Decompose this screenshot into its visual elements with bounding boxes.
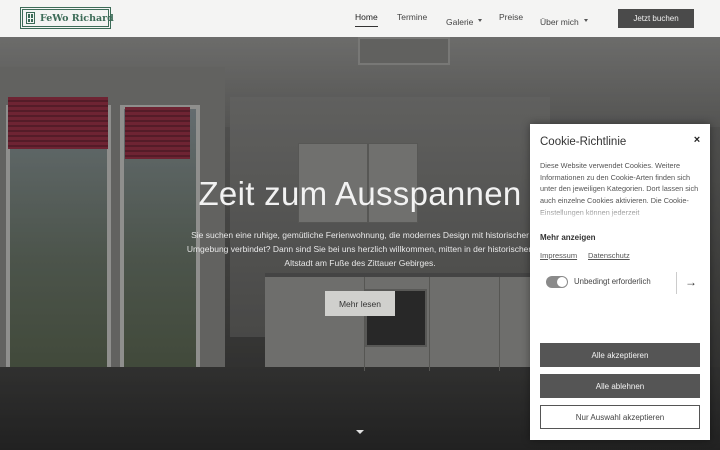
- necessary-cookies-label: Unbedingt erforderlich: [574, 277, 651, 286]
- show-more-link[interactable]: Mehr anzeigen: [540, 233, 596, 242]
- datenschutz-link[interactable]: Datenschutz: [588, 251, 630, 260]
- cookie-dialog: Cookie-Richtlinie × Diese Website verwen…: [530, 124, 710, 440]
- nav-galerie[interactable]: Galerie: [446, 12, 483, 30]
- cookie-title: Cookie-Richtlinie: [540, 136, 627, 148]
- read-more-button[interactable]: Mehr lesen: [325, 291, 395, 316]
- logo-text: FeWo Richard: [40, 12, 114, 24]
- chevron-down-icon: [583, 19, 588, 23]
- book-now-button[interactable]: Jetzt buchen: [618, 9, 694, 28]
- necessary-cookies-toggle[interactable]: [546, 276, 568, 288]
- arrow-right-icon[interactable]: →: [685, 275, 697, 289]
- accept-all-button[interactable]: Alle akzeptieren: [540, 343, 700, 367]
- hero-title: Zeit zum Ausspannen: [198, 175, 522, 212]
- logo-icon: [26, 12, 35, 24]
- nav-ueber-mich-label: Über mich: [540, 17, 579, 27]
- nav-ueber-mich[interactable]: Über mich: [540, 12, 588, 30]
- nav-galerie-label: Galerie: [446, 17, 474, 27]
- nav-preise[interactable]: Preise: [499, 12, 523, 22]
- cookie-description-wrap: Diese Website verwendet Cookies. Weitere…: [540, 160, 703, 220]
- divider: [676, 272, 677, 294]
- close-icon[interactable]: ×: [690, 133, 704, 147]
- impressum-link[interactable]: Impressum: [540, 251, 577, 260]
- chevron-down-icon: [478, 19, 483, 23]
- scroll-down-icon[interactable]: [356, 430, 364, 434]
- site-logo[interactable]: FeWo Richard: [20, 7, 114, 29]
- nav-home[interactable]: Home: [355, 12, 378, 27]
- consent-category-row: Unbedingt erforderlich →: [540, 272, 703, 294]
- nav-termine[interactable]: Termine: [397, 12, 427, 22]
- site-header: FeWo Richard Home Termine Galerie Preise…: [0, 0, 720, 37]
- accept-selection-button[interactable]: Nur Auswahl akzeptieren: [540, 405, 700, 429]
- reject-all-button[interactable]: Alle ablehnen: [540, 374, 700, 398]
- hero-description: Sie suchen eine ruhige, gemütliche Ferie…: [186, 230, 534, 268]
